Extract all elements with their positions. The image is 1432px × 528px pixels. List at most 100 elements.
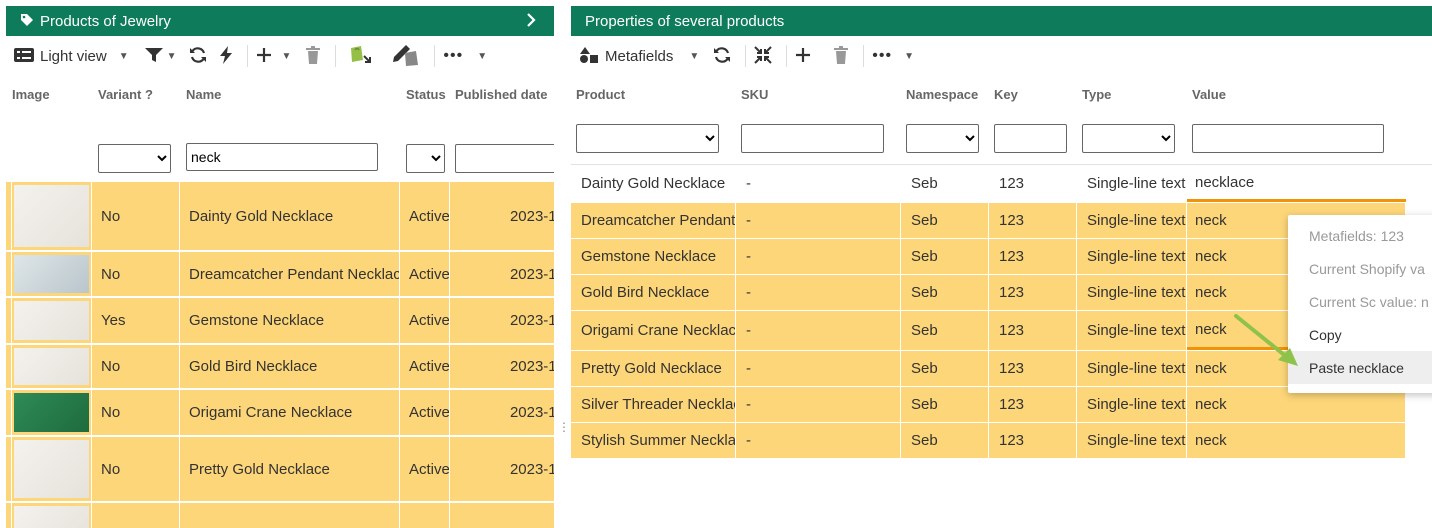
cell-key[interactable]: 123 (989, 423, 1077, 458)
key-filter-input[interactable] (994, 124, 1067, 153)
more-button[interactable]: ••• ▼ (872, 47, 914, 65)
status-filter-select[interactable] (406, 144, 445, 173)
cell-value[interactable]: neck (1187, 423, 1406, 458)
product-thumbnail-cell[interactable] (12, 390, 92, 435)
cell-product[interactable]: Silver Threader Necklac (571, 387, 736, 422)
column-header-value[interactable]: Value (1192, 87, 1226, 102)
cell-name[interactable]: Dreamcatcher Pendant Necklace (180, 252, 400, 296)
product-thumbnail-cell[interactable] (12, 503, 92, 528)
shopify-edit-button[interactable] (392, 43, 420, 70)
cell-name[interactable]: Dainty Gold Necklace (180, 182, 400, 250)
cell-published[interactable]: 2023-10 (450, 182, 554, 250)
cell-namespace[interactable]: Seb (901, 165, 989, 202)
add-button[interactable]: ▼ (256, 47, 291, 66)
cell-published[interactable]: 2023-10 (450, 298, 554, 343)
cell-type[interactable]: Single-line text (1077, 311, 1187, 350)
table-row[interactable]: Silver Threader Necklac - Seb 123 Single-lin… (571, 387, 1406, 423)
column-header-status[interactable]: Status (406, 87, 446, 102)
cell-name[interactable]: Origami Crane Necklace (180, 390, 400, 435)
cell-product[interactable]: Gold Bird Necklace (571, 275, 736, 310)
table-row[interactable]: No Pretty Gold Necklace Active 2023-10 (6, 437, 554, 502)
cell-variant[interactable]: No (92, 390, 180, 435)
cell-sku[interactable]: - (736, 351, 901, 386)
table-row[interactable]: No Origami Crane Necklace Active 2023-10 (6, 390, 554, 436)
cell-key[interactable]: 123 (989, 203, 1077, 238)
product-thumbnail-cell[interactable] (12, 182, 92, 250)
cell-name[interactable]: Pretty Gold Necklace (180, 437, 400, 501)
cell-type[interactable]: Single-line text (1077, 423, 1187, 458)
cell-sku[interactable]: - (736, 387, 901, 422)
table-row[interactable]: Dreamcatcher Pendant - Seb 123 Single-line t… (571, 203, 1406, 239)
cell-namespace[interactable]: Seb (901, 275, 989, 310)
column-header-type[interactable]: Type (1082, 87, 1111, 102)
cell-type[interactable]: Single-line text (1077, 387, 1187, 422)
metafields-selector[interactable]: Metafields ▼ (579, 46, 699, 67)
cell-status[interactable]: Active (400, 345, 450, 388)
cell-variant[interactable]: No (92, 252, 180, 296)
cell-status[interactable]: Active (400, 252, 450, 296)
cell-sku[interactable]: - (736, 311, 901, 350)
cell-variant[interactable]: No (92, 182, 180, 250)
cell-sku[interactable]: - (736, 275, 901, 310)
refresh-button[interactable] (189, 46, 207, 67)
cell-variant[interactable]: Yes (92, 298, 180, 343)
column-header-namespace[interactable]: Namespace (906, 87, 978, 102)
cell-key[interactable]: 123 (989, 275, 1077, 310)
column-header-sku[interactable]: SKU (741, 87, 768, 102)
view-selector[interactable]: Light view ▼ (14, 47, 129, 66)
table-row[interactable]: Gold Bird Necklace - Seb 123 Single-line tex… (571, 275, 1406, 311)
table-row[interactable]: No Dreamcatcher Pendant Necklace Active 202… (6, 252, 554, 297)
more-button[interactable]: ••• ▼ (443, 47, 487, 65)
cell-key[interactable]: 123 (989, 351, 1077, 386)
cell-status[interactable]: Active (400, 437, 450, 501)
name-filter-input[interactable] (186, 143, 378, 171)
empty-cell[interactable] (400, 503, 450, 528)
product-filter-select[interactable] (576, 124, 719, 153)
column-header-name[interactable]: Name (186, 87, 221, 102)
compress-button[interactable] (754, 45, 772, 67)
cell-namespace[interactable]: Seb (901, 351, 989, 386)
type-filter-select[interactable] (1082, 124, 1175, 153)
chevron-right-icon[interactable] (526, 12, 536, 31)
cell-type[interactable]: Single-line text (1077, 351, 1187, 386)
cell-name[interactable]: Gold Bird Necklace (180, 345, 400, 388)
cell-product[interactable]: Stylish Summer Neckla (571, 423, 736, 458)
cell-type[interactable]: Single-line text (1077, 203, 1187, 238)
variant-filter-select[interactable] (98, 144, 171, 173)
cell-variant[interactable]: No (92, 437, 180, 501)
cell-namespace[interactable]: Seb (901, 203, 989, 238)
product-thumbnail-cell[interactable] (12, 298, 92, 343)
cell-published[interactable]: 2023-10 (450, 252, 554, 296)
column-header-variant[interactable]: Variant ? (98, 87, 153, 102)
cell-type[interactable]: Single-line text (1077, 165, 1187, 202)
menu-item-paste[interactable]: Paste necklace (1288, 351, 1432, 384)
cell-product[interactable]: Dainty Gold Necklace (571, 165, 736, 202)
product-thumbnail-cell[interactable] (12, 437, 92, 501)
value-filter-input[interactable] (1192, 124, 1384, 153)
empty-cell[interactable] (180, 503, 400, 528)
cell-product[interactable]: Gemstone Necklace (571, 239, 736, 274)
column-header-product[interactable]: Product (576, 87, 625, 102)
cell-product[interactable]: Dreamcatcher Pendant (571, 203, 736, 238)
delete-button[interactable] (305, 45, 321, 67)
product-thumbnail-cell[interactable] (12, 345, 92, 388)
add-button[interactable] (795, 47, 811, 66)
delete-button[interactable] (833, 45, 849, 67)
cell-status[interactable]: Active (400, 390, 450, 435)
cell-key[interactable]: 123 (989, 387, 1077, 422)
cell-published[interactable]: 2023-10 (450, 390, 554, 435)
table-row[interactable]: No Dainty Gold Necklace Active 2023-10 (6, 182, 554, 251)
cell-type[interactable]: Single-line text (1077, 275, 1187, 310)
cell-namespace[interactable]: Seb (901, 423, 989, 458)
menu-item-copy[interactable]: Copy (1288, 318, 1432, 351)
table-row[interactable]: Dainty Gold Necklace - Seb 123 Single-line t… (571, 165, 1406, 203)
cell-key[interactable]: 123 (989, 239, 1077, 274)
namespace-filter-select[interactable] (906, 124, 979, 153)
column-header-published[interactable]: Published date (455, 87, 547, 102)
cell-value[interactable]: necklace (1187, 165, 1406, 202)
shopify-import-button[interactable] (348, 44, 372, 69)
refresh-button[interactable] (713, 46, 731, 67)
cell-type[interactable]: Single-line text (1077, 239, 1187, 274)
cell-key[interactable]: 123 (989, 311, 1077, 350)
table-row[interactable]: No Gold Bird Necklace Active 2023-10 (6, 345, 554, 389)
